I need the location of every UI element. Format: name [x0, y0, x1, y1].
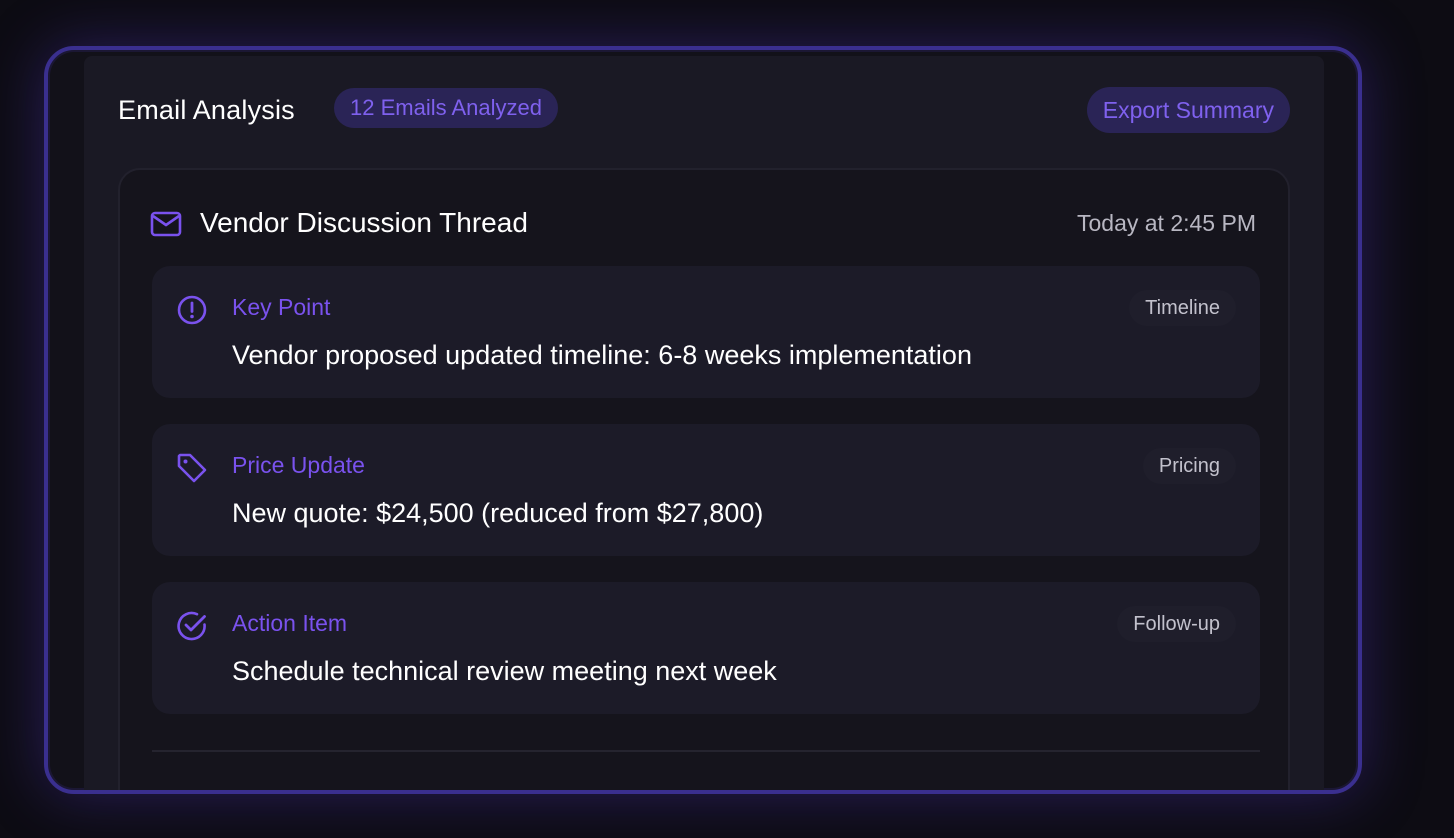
card-divider: [152, 750, 1260, 752]
alert-circle-icon: [177, 295, 207, 325]
thread-header: Vendor Discussion Thread Today at 2:45 P…: [150, 204, 1256, 244]
insight-text: Schedule technical review meeting next w…: [232, 656, 777, 686]
app-frame: Email Analysis 12 Emails Analyzed Export…: [44, 46, 1362, 794]
insight-label: Price Update: [232, 452, 365, 478]
insight-item-key-point[interactable]: Key Point Timeline Vendor proposed updat…: [152, 266, 1260, 398]
email-analysis-panel: Email Analysis 12 Emails Analyzed Export…: [84, 56, 1324, 794]
insight-tag: Timeline: [1129, 290, 1236, 326]
insight-label: Key Point: [232, 294, 331, 320]
clipped-element: [1072, 790, 1094, 794]
mail-icon: [150, 211, 182, 237]
insight-tag: Follow-up: [1117, 606, 1236, 642]
insight-item-action-item[interactable]: Action Item Follow-up Schedule technical…: [152, 582, 1260, 714]
panel-header: Email Analysis 12 Emails Analyzed Export…: [118, 86, 1290, 133]
insight-item-price-update[interactable]: Price Update Pricing New quote: $24,500 …: [152, 424, 1260, 556]
emails-analyzed-badge: 12 Emails Analyzed: [334, 88, 558, 128]
check-circle-icon: [177, 611, 206, 641]
panel-title: Email Analysis: [118, 95, 295, 125]
insight-text: Vendor proposed updated timeline: 6-8 we…: [232, 340, 972, 370]
insight-tag: Pricing: [1142, 448, 1236, 484]
thread-timestamp: Today at 2:45 PM: [1077, 210, 1256, 236]
insight-text: New quote: $24,500 (reduced from $27,800…: [232, 498, 764, 528]
tag-icon: [177, 453, 207, 483]
thread-title: Vendor Discussion Thread: [200, 207, 528, 238]
export-summary-button[interactable]: Export Summary: [1086, 87, 1290, 133]
thread-card: Vendor Discussion Thread Today at 2:45 P…: [118, 168, 1290, 794]
insight-label: Action Item: [232, 610, 348, 636]
